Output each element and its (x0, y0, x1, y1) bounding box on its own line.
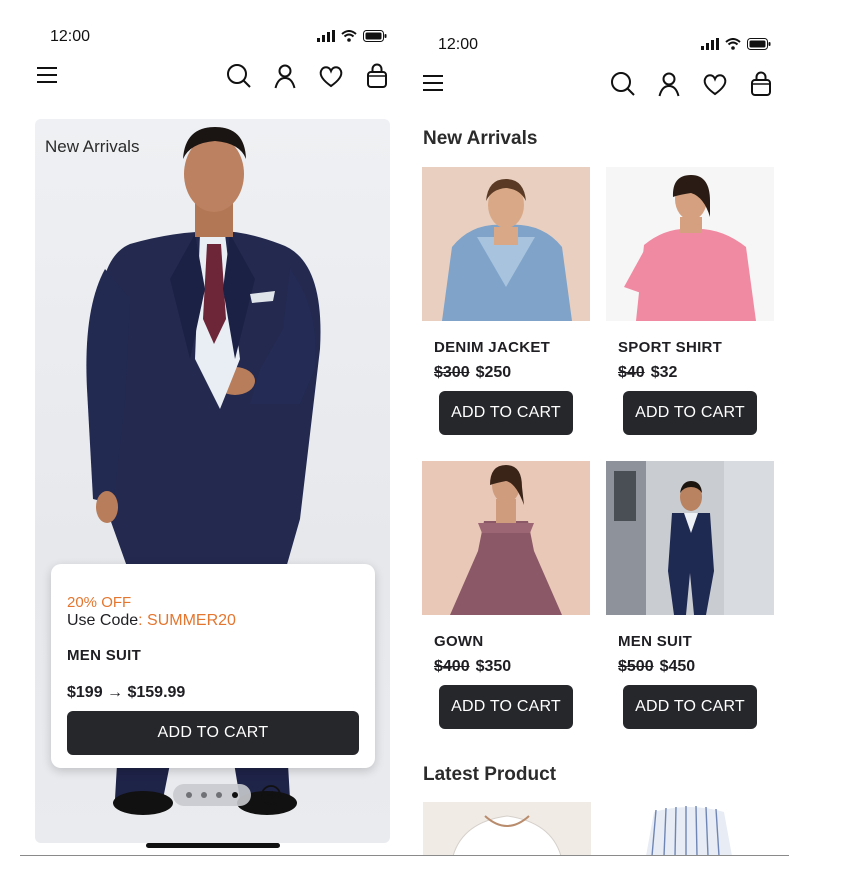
current-price: $32 (650, 364, 678, 381)
section-title-latest-product: Latest Product (423, 764, 557, 785)
old-price: $500 (618, 658, 654, 675)
product-prices: $40 $32 (618, 364, 677, 382)
bag-icon[interactable] (363, 62, 391, 90)
menu-icon[interactable] (37, 66, 59, 84)
status-time: 12:00 (50, 28, 91, 45)
carousel-indicator (173, 784, 251, 806)
add-to-cart-button[interactable]: ADD TO CART (623, 391, 757, 435)
signal-icon (317, 30, 335, 42)
menu-icon[interactable] (423, 74, 445, 92)
old-price: $400 (434, 658, 470, 675)
search-icon[interactable] (609, 70, 637, 98)
section-title-new-arrivals: New Arrivals (423, 128, 538, 149)
promo-code-line: Use Code: SUMMER20 (67, 612, 236, 630)
carousel-dot[interactable] (216, 792, 222, 798)
current-price: $450 (659, 658, 696, 675)
latest-product-image[interactable] (606, 802, 774, 856)
promo-price: $199 → $159.99 (67, 684, 186, 701)
heart-icon[interactable] (701, 70, 729, 98)
product-image-sport-shirt (606, 167, 774, 321)
product-name: DENIM JACKET (434, 339, 551, 356)
carousel-dot[interactable] (201, 792, 207, 798)
divider (20, 855, 408, 856)
divider (408, 855, 789, 856)
old-price: $300 (434, 364, 470, 381)
carousel-dot[interactable] (186, 792, 192, 798)
bag-icon[interactable] (747, 70, 775, 98)
hero-title: New Arrivals (45, 137, 140, 156)
product-name: SPORT SHIRT (618, 339, 723, 356)
add-to-cart-button[interactable]: ADD TO CART (439, 685, 573, 729)
status-bar: 12:00 (50, 26, 387, 50)
product-name: MEN SUIT (618, 633, 693, 650)
latest-product-image[interactable] (423, 802, 591, 856)
product-image-gown (422, 461, 590, 615)
search-icon[interactable] (225, 62, 253, 90)
promo-product-name: MEN SUIT (67, 647, 142, 664)
product-image-men-suit (606, 461, 774, 615)
wifi-icon (725, 38, 741, 50)
battery-icon (747, 38, 771, 50)
user-icon[interactable] (271, 62, 299, 90)
discount-label: 20% OFF (67, 594, 132, 611)
status-bar-right: 12:00 (438, 34, 771, 58)
old-price: $40 (618, 364, 645, 381)
promo-add-to-cart-button[interactable]: ADD TO CART (67, 711, 359, 755)
signal-icon (701, 38, 719, 50)
code-label: Use Code (67, 612, 139, 629)
carousel-dot-active[interactable] (232, 792, 238, 798)
carousel-controls (143, 783, 283, 807)
user-icon[interactable] (655, 70, 683, 98)
product-prices: $500 $450 (618, 658, 695, 676)
add-to-cart-button[interactable]: ADD TO CART (623, 685, 757, 729)
product-image-denim-jacket (422, 167, 590, 321)
home-indicator (146, 843, 280, 848)
arrow-right-circle-icon[interactable] (260, 784, 282, 806)
promo-code: SUMMER20 (147, 612, 236, 629)
product-prices: $400 $350 (434, 658, 511, 676)
top-nav-right (423, 70, 775, 100)
promo-card: 20% OFF Use Code: SUMMER20 MEN SUIT $199… (51, 564, 375, 768)
code-separator: : (138, 612, 148, 629)
wifi-icon (341, 30, 357, 42)
product-prices: $300 $250 (434, 364, 511, 382)
add-to-cart-button[interactable]: ADD TO CART (439, 391, 573, 435)
current-price: $350 (475, 658, 512, 675)
product-name: GOWN (434, 633, 484, 650)
heart-icon[interactable] (317, 62, 345, 90)
top-nav (37, 62, 391, 92)
status-time-right: 12:00 (438, 36, 479, 53)
battery-icon (363, 30, 387, 42)
current-price: $250 (475, 364, 512, 381)
